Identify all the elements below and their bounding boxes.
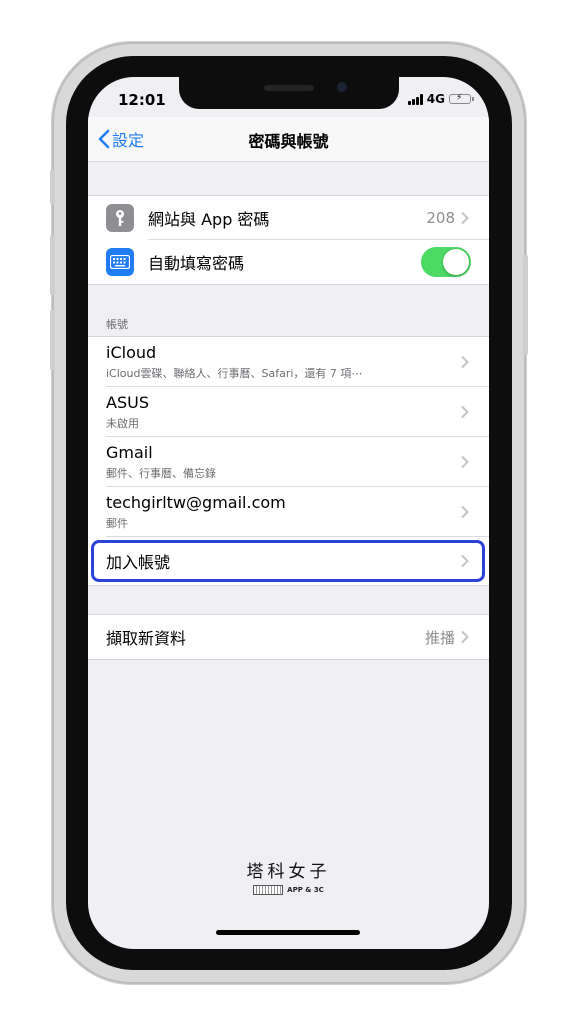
account-subtitle: 未啟用 [106, 417, 139, 430]
volume-down-button [50, 310, 55, 370]
account-row[interactable]: iCloud iCloud雲碟、聯絡人、行事曆、Safari，還有 7 項⋯ [88, 337, 489, 387]
autofill-label: 自動填寫密碼 [148, 254, 245, 273]
account-row[interactable]: techgirltw@gmail.com 郵件 [88, 487, 489, 537]
home-indicator[interactable] [216, 930, 360, 935]
chevron-right-icon [461, 456, 469, 468]
account-row[interactable]: ASUS 未啟用 [88, 387, 489, 437]
account-title: ASUS [106, 393, 149, 412]
add-account-row[interactable]: 加入帳號 [88, 537, 489, 585]
key-icon [106, 204, 134, 232]
watermark-logo: 塔科女子 APP & 3C [88, 857, 489, 895]
accounts-group: iCloud iCloud雲碟、聯絡人、行事曆、Safari，還有 7 項⋯ ASU… [88, 336, 489, 586]
chevron-right-icon [461, 506, 469, 518]
page-title: 密碼與帳號 [248, 132, 329, 151]
screen: 12:01 4G ⚡ 設定 密碼與帳號 網站與 App 密碼 208 自動填寫密… [88, 77, 489, 949]
chevron-right-icon [461, 631, 469, 643]
fetch-value: 推播 [424, 628, 455, 647]
side-button-left [50, 170, 55, 204]
chevron-right-icon [461, 356, 469, 368]
speaker [264, 85, 314, 91]
toggle-knob [443, 249, 469, 275]
account-subtitle: iCloud雲碟、聯絡人、行事曆、Safari，還有 7 項⋯ [106, 367, 363, 380]
add-account-label: 加入帳號 [106, 553, 171, 572]
status-time: 12:01 [118, 91, 166, 109]
keyboard-logo-icon [253, 885, 284, 895]
accounts-section-header: 帳號 [106, 318, 128, 331]
navigation-bar: 設定 密碼與帳號 [88, 117, 489, 162]
watermark-title: 塔科女子 [246, 862, 331, 882]
website-passwords-label: 網站與 App 密碼 [148, 210, 270, 229]
chevron-right-icon [461, 406, 469, 418]
network-type: 4G [426, 92, 445, 106]
account-title: iCloud [106, 343, 157, 362]
fetch-group: 擷取新資料 推播 [88, 614, 489, 660]
account-subtitle: 郵件、行事曆、備忘錄 [106, 467, 216, 480]
battery-icon: ⚡ [449, 93, 474, 104]
passwords-group: 網站與 App 密碼 208 自動填寫密碼 [88, 195, 489, 285]
account-subtitle: 郵件 [106, 517, 128, 530]
signal-icon [407, 93, 423, 105]
password-count: 208 [426, 209, 455, 227]
notch [179, 77, 399, 109]
fetch-new-data-row[interactable]: 擷取新資料 推播 [88, 615, 489, 659]
power-button [523, 255, 528, 355]
chevron-right-icon [461, 555, 469, 567]
autofill-passwords-row: 自動填寫密碼 [88, 240, 489, 284]
watermark-subtitle: APP & 3C [287, 886, 324, 894]
autofill-toggle[interactable] [421, 247, 471, 277]
account-title: techgirltw@gmail.com [106, 493, 286, 512]
account-row[interactable]: Gmail 郵件、行事曆、備忘錄 [88, 437, 489, 487]
website-app-passwords-row[interactable]: 網站與 App 密碼 208 [88, 196, 489, 240]
keyboard-icon [106, 248, 134, 276]
front-camera [337, 82, 347, 92]
account-title: Gmail [106, 443, 153, 462]
chevron-right-icon [461, 212, 469, 224]
watermark-sub-row: APP & 3C [88, 885, 489, 895]
volume-up-button [50, 235, 55, 295]
fetch-label: 擷取新資料 [106, 629, 187, 648]
status-indicators: 4G ⚡ [407, 92, 474, 106]
